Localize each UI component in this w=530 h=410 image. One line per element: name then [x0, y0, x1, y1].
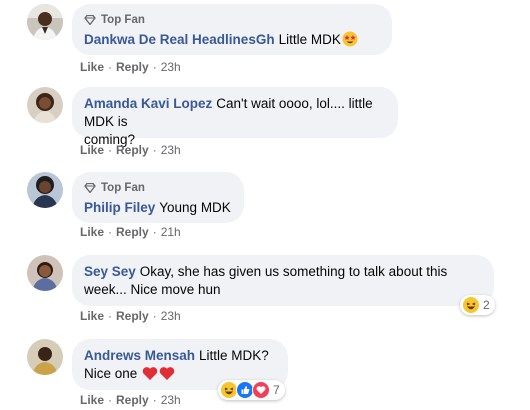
comment-text: Okay, she has given us something to talk…	[139, 264, 448, 279]
top-fan-badge: Top Fan	[84, 180, 232, 196]
red-heart-emoji	[142, 366, 158, 386]
comment-actions: Like · Reply · 23h	[80, 60, 181, 74]
timestamp[interactable]: 23h	[161, 309, 181, 323]
red-heart-emoji	[159, 366, 175, 386]
timestamp[interactable]: 23h	[161, 60, 181, 74]
reaction-summary[interactable]: 2	[460, 295, 495, 315]
like-link[interactable]: Like	[80, 309, 104, 323]
comment-author[interactable]: Dankwa De Real HeadlinesGh	[84, 32, 275, 47]
comment-actions: Like · Reply · 23h	[80, 393, 181, 407]
reply-link[interactable]: Reply	[116, 225, 149, 239]
like-link[interactable]: Like	[80, 393, 104, 407]
avatar[interactable]	[27, 4, 63, 40]
reaction-count: 2	[483, 298, 490, 312]
avatar[interactable]	[27, 87, 63, 123]
love-icon	[252, 381, 270, 399]
comment-bubble: Amanda Kavi Lopez Can't wait oooo, lol...…	[72, 87, 398, 147]
comment-author[interactable]: Sey Sey	[84, 264, 136, 279]
avatar[interactable]	[27, 339, 63, 375]
top-fan-label: Top Fan	[101, 182, 145, 194]
timestamp[interactable]: 23h	[161, 143, 181, 157]
reply-link[interactable]: Reply	[116, 60, 149, 74]
reaction-count: 7	[273, 383, 280, 397]
comment-text-line2: week... Nice move hun	[84, 282, 221, 297]
like-link[interactable]: Like	[80, 225, 104, 239]
star-struck-emoji	[342, 31, 358, 52]
avatar[interactable]	[27, 172, 63, 208]
diamond-icon	[84, 183, 96, 193]
top-fan-label: Top Fan	[101, 14, 145, 26]
like-link[interactable]: Like	[80, 143, 104, 157]
comment-author[interactable]: Amanda Kavi Lopez	[84, 96, 212, 111]
comment-bubble: Top Fan Dankwa De Real HeadlinesGh Little…	[72, 4, 392, 55]
avatar[interactable]	[27, 255, 63, 291]
comment-actions: Like · Reply · 21h	[80, 225, 181, 239]
comment-text: Young MDK	[159, 200, 231, 215]
comment-text-line2: Nice one	[84, 366, 138, 381]
comment-text: Little MDK?	[199, 348, 269, 363]
reply-link[interactable]: Reply	[116, 393, 149, 407]
reply-link[interactable]: Reply	[116, 309, 149, 323]
like-link[interactable]: Like	[80, 60, 104, 74]
comment-actions: Like · Reply · 23h	[80, 309, 181, 323]
comment-actions: Like · Reply · 23h	[80, 143, 181, 157]
top-fan-badge: Top Fan	[84, 12, 380, 28]
comment-author[interactable]: Philip Filey	[84, 200, 155, 215]
comment-bubble: Top Fan Philip Filey Young MDK	[72, 172, 244, 223]
reaction-summary[interactable]: 7	[218, 380, 285, 400]
comment-text: Little MDK	[278, 32, 341, 47]
haha-icon	[462, 296, 480, 314]
comment-author[interactable]: Andrews Mensah	[84, 348, 195, 363]
diamond-icon	[84, 15, 96, 25]
timestamp[interactable]: 21h	[161, 225, 181, 239]
reply-link[interactable]: Reply	[116, 143, 149, 157]
comment-bubble: Sey Sey Okay, she has given us something …	[72, 255, 494, 306]
timestamp[interactable]: 23h	[161, 393, 181, 407]
